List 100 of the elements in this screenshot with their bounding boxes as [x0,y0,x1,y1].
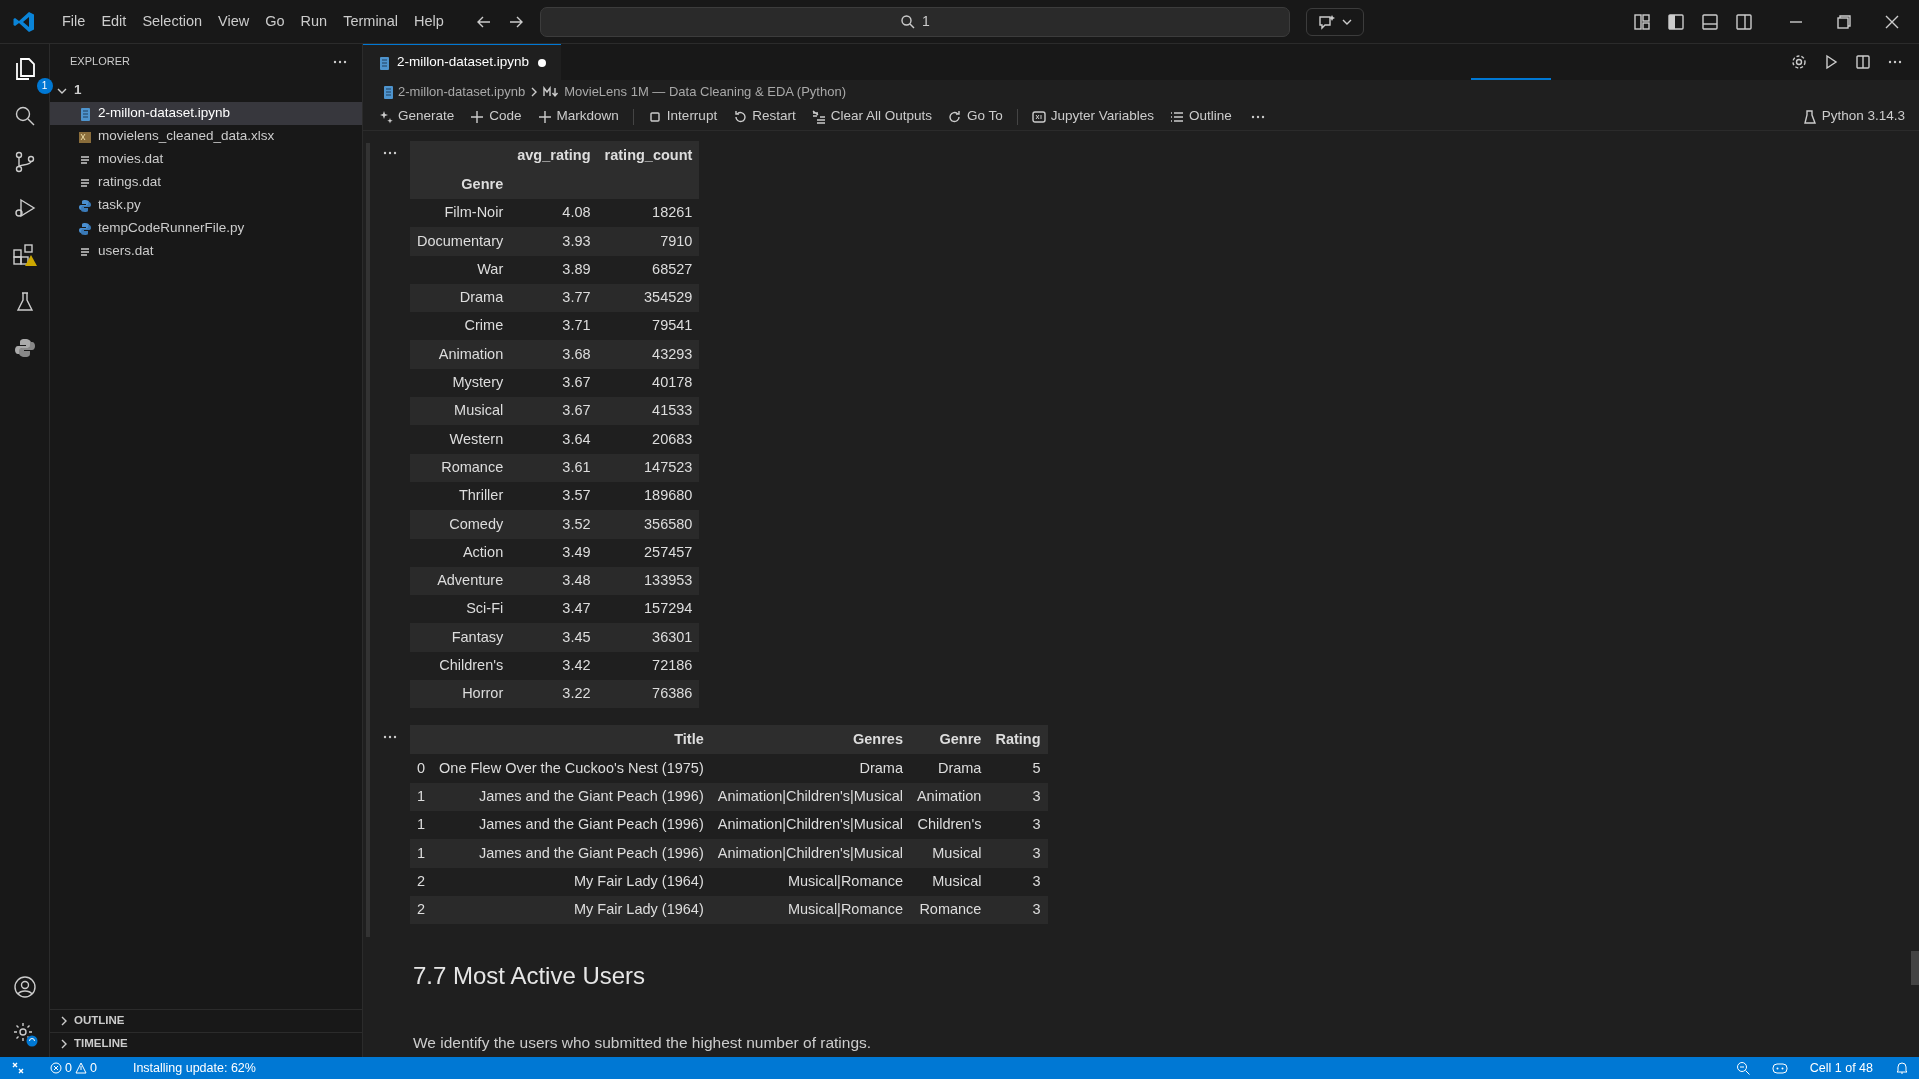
chevron-icon [530,86,539,97]
toolbar-button[interactable]: Jupyter Variables [1025,104,1161,129]
sidebar-toggle-icon[interactable] [1667,12,1685,31]
table-cell: 3.48 [510,566,598,596]
menu-item[interactable]: Go [257,6,293,37]
column-header: rating_count [597,141,700,170]
toolbar-button[interactable]: Clear All Outputs [805,104,938,129]
index-cell: Crime [410,312,511,341]
breadcrumb-item[interactable]: MovieLens 1M — Data Cleaning & EDA (Python) [564,81,846,102]
section-header[interactable]: TIMELINE [50,1032,362,1055]
toolbar-button[interactable]: Go To [941,104,1009,129]
index-cell: 1 [410,839,433,868]
index-cell: 2 [410,867,433,896]
problems-button[interactable]: 0 0 [50,1058,97,1078]
account-icon[interactable] [12,975,37,999]
table-cell: Animation|Children's|Musical [710,782,910,811]
index-cell: Documentary [410,227,511,256]
section-header[interactable]: OUTLINE [50,1009,362,1032]
table-cell: Animation|Children's|Musical [710,810,910,840]
table-cell: 3 [988,782,1048,811]
panel-toggle-icon[interactable] [1701,12,1719,31]
explorer-row[interactable]: task.py [50,194,362,217]
table-cell: 133953 [597,566,700,596]
list-icon [1170,109,1185,124]
remote-icon [11,1061,25,1075]
kernel-icon [1802,109,1817,124]
table-cell: 72186 [597,651,700,681]
menu-item[interactable]: View [210,6,258,37]
index-cell: War [410,255,511,284]
table-cell: 79541 [597,312,700,341]
split-editor-icon[interactable] [1855,54,1871,70]
explorer-row[interactable]: 2-millon-dataset.ipynb [50,102,362,125]
python-icon[interactable] [12,336,37,360]
run-debug-icon[interactable] [12,196,37,220]
extensions-warning-icon[interactable] [11,242,38,268]
table-cell: 3.67 [510,397,598,426]
settings-icon[interactable] [1791,54,1807,70]
table-cell: 3.49 [510,538,598,567]
editor-tab[interactable]: 2-millon-dataset.ipynb [363,44,562,80]
secondary-sidebar-icon[interactable] [1735,12,1753,31]
table-cell: James and the Giant Peach (1996) [432,839,711,868]
close-icon[interactable] [1885,14,1899,29]
table-cell: 3.67 [510,368,598,398]
table-cell: 3.57 [510,481,598,511]
table-cell: 7910 [597,227,700,256]
breadcrumb-item[interactable]: 2-millon-dataset.ipynb [398,81,526,102]
variables-icon [1031,109,1046,124]
kernel-picker[interactable]: Python 3.14.3 [1796,104,1911,129]
notification-bell-icon[interactable] [1895,1061,1909,1075]
search-icon [899,13,916,30]
explorer-row[interactable]: movies.dat [50,148,362,171]
zoom-icon[interactable] [1735,1061,1750,1075]
cell-position[interactable]: Cell 1 of 48 [1809,1058,1873,1078]
layout-icon[interactable] [1633,12,1651,31]
run-icon[interactable] [1823,54,1839,70]
menu-item[interactable]: Selection [134,6,211,37]
table-cell: 20683 [597,425,700,454]
table-cell: 3 [988,839,1048,868]
toolbar-button[interactable]: Interrupt [641,104,724,129]
menu-item[interactable]: Terminal [335,6,406,37]
menu-item[interactable]: File [54,6,94,37]
restore-icon[interactable] [1837,14,1851,29]
chat-button[interactable] [1305,7,1364,36]
index-cell: Film-Noir [410,199,511,228]
settings-sync-icon[interactable] [11,1021,38,1047]
markdown-paragraph: We identify the users who submitted the highest number of ratings. [413,1032,873,1053]
table-cell: 157294 [597,595,700,624]
explorer-row[interactable]: users.dat [50,240,362,263]
toolbar-button[interactable]: Code [464,104,528,129]
index-header: Genre [410,170,511,199]
index-cell: Mystery [410,368,511,398]
scrollbar-thumb[interactable] [1911,951,1919,985]
table-cell: 3 [988,867,1048,896]
status-message: Installing update: 62% [132,1059,256,1077]
sidebar-title: EXPLORER [70,54,130,70]
table-cell: 3.93 [510,227,598,256]
index-cell: Adventure [410,566,511,596]
index-cell: Fantasy [410,623,511,652]
index-cell: Comedy [410,510,511,539]
menu-item[interactable]: Run [292,6,336,37]
index-cell: Action [410,538,511,567]
command-center-search[interactable]: 1 [539,6,1290,37]
notebook-file-icon [377,55,389,70]
explorer-row[interactable]: ratings.dat [50,171,362,194]
menu-item[interactable]: Help [405,6,452,37]
toolbar-button[interactable]: Restart [727,104,802,129]
toolbar-button[interactable]: Outline [1164,104,1238,129]
table-cell: Children's [909,810,989,840]
folder-item[interactable]: 1 [50,79,362,102]
table-cell: 5 [988,754,1048,783]
explorer-row[interactable]: movielens_cleaned_data.xlsx [50,125,362,148]
table-cell: 3.89 [510,255,598,284]
toolbar-button[interactable]: Generate [373,104,461,129]
explorer-row[interactable]: tempCodeRunnerFile.py [50,217,362,240]
toolbar-button[interactable]: Markdown [531,104,625,129]
table-cell: Drama [710,754,910,783]
table-cell: 3.77 [510,283,598,313]
table-cell: 257457 [597,538,700,567]
menu-item[interactable]: Edit [93,6,135,37]
table-cell: 3 [988,895,1048,925]
